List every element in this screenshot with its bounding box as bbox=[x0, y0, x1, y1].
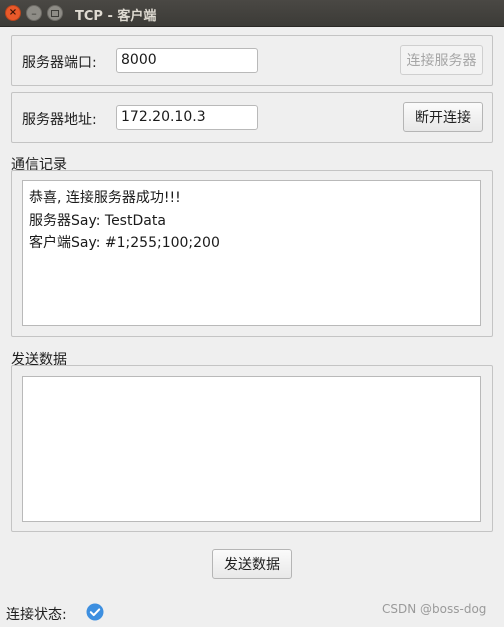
connection-status-label: 连接状态: bbox=[6, 607, 67, 623]
close-window-button[interactable]: × bbox=[5, 5, 21, 21]
log-line: 恭喜, 连接服务器成功!!! bbox=[29, 190, 181, 206]
log-line: 服务器Say: TestData bbox=[29, 212, 166, 229]
close-icon: × bbox=[8, 7, 18, 18]
maximize-window-button[interactable] bbox=[47, 5, 63, 21]
address-label: 服务器地址: bbox=[22, 112, 97, 128]
check-circle-icon bbox=[86, 603, 104, 621]
send-data-button[interactable]: 发送数据 bbox=[212, 549, 292, 579]
window-title: TCP - 客户端 bbox=[75, 9, 157, 24]
title-bar: × – TCP - 客户端 bbox=[0, 0, 504, 27]
watermark: CSDN @boss-dog bbox=[382, 602, 487, 616]
minimize-icon: – bbox=[31, 6, 37, 20]
port-label: 服务器端口: bbox=[22, 55, 97, 71]
log-line: 客户端Say: #1;255;100;200 bbox=[29, 235, 220, 251]
minimize-window-button[interactable]: – bbox=[26, 5, 42, 21]
disconnect-button[interactable]: 断开连接 bbox=[403, 102, 483, 132]
send-textarea[interactable] bbox=[22, 376, 481, 522]
maximize-icon bbox=[51, 9, 59, 17]
address-input[interactable]: 172.20.10.3 bbox=[116, 105, 258, 130]
connect-server-button[interactable]: 连接服务器 bbox=[400, 45, 483, 75]
port-input[interactable]: 8000 bbox=[116, 48, 258, 73]
log-textarea[interactable]: 恭喜, 连接服务器成功!!! 服务器Say: TestData 客户端Say: … bbox=[22, 180, 481, 326]
